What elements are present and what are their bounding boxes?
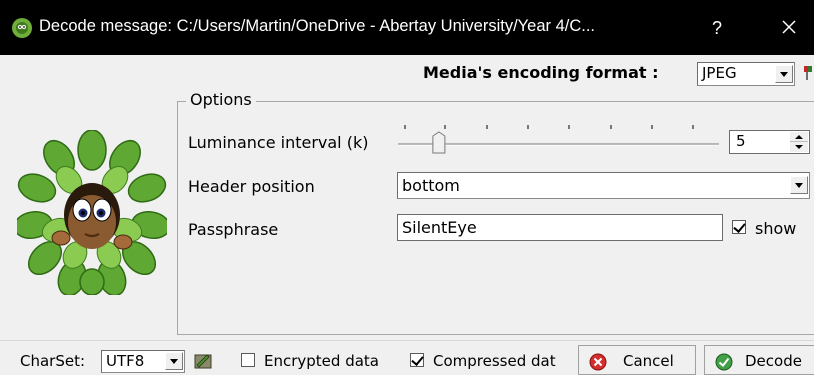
decode-button[interactable]: Decode [704, 345, 814, 375]
slider-handle[interactable] [432, 131, 446, 154]
luminance-value: 5 [736, 132, 746, 150]
compressed-data-label: Compressed dat [433, 352, 556, 370]
charset-label: CharSet: [20, 352, 86, 370]
show-passphrase-label: show [755, 219, 797, 238]
compressed-data-checkbox[interactable] [410, 353, 424, 367]
silenteye-mascot-image [17, 130, 167, 295]
decode-button-label: Decode [745, 352, 802, 370]
spin-up-icon[interactable] [790, 132, 808, 142]
charset-value: UTF8 [106, 352, 145, 370]
spin-down-icon[interactable] [790, 142, 808, 152]
header-position-label: Header position [188, 177, 315, 196]
media-format-label: Media's encoding format : [423, 63, 659, 82]
title-bar: Decode message: C:/Users/Martin/OneDrive… [0, 0, 814, 55]
encrypted-data-label: Encrypted data [264, 352, 379, 370]
header-position-value: bottom [402, 176, 460, 195]
passphrase-label: Passphrase [188, 220, 279, 239]
header-position-select[interactable]: bottom [397, 172, 810, 199]
window-title: Decode message: C:/Users/Martin/OneDrive… [39, 17, 596, 35]
media-format-select[interactable]: JPEG [697, 62, 795, 86]
cancel-button[interactable]: Cancel [578, 345, 696, 375]
luminance-slider[interactable] [397, 122, 721, 156]
decode-check-icon [715, 353, 733, 371]
encrypted-data-checkbox[interactable] [241, 353, 255, 367]
format-color-icon [804, 66, 812, 80]
passphrase-field[interactable] [397, 214, 723, 241]
chevron-down-icon[interactable] [165, 352, 183, 370]
chevron-down-icon[interactable] [775, 65, 793, 83]
luminance-spinbox[interactable]: 5 [729, 130, 810, 154]
charset-select[interactable]: UTF8 [101, 350, 185, 373]
bottom-separator [0, 340, 814, 341]
luminance-label: Luminance interval (k) [188, 133, 369, 152]
help-button[interactable]: ? [699, 14, 735, 42]
options-group-title: Options [186, 90, 256, 109]
silenteye-app-icon [12, 18, 32, 38]
cancel-button-label: Cancel [623, 352, 674, 370]
passphrase-input[interactable] [398, 215, 722, 240]
cancel-icon [589, 353, 607, 371]
chevron-down-icon[interactable] [790, 176, 808, 194]
close-icon[interactable] [770, 12, 808, 42]
show-passphrase-checkbox[interactable] [732, 220, 746, 234]
media-format-value: JPEG [702, 64, 737, 82]
charset-edit-icon[interactable] [193, 351, 213, 371]
